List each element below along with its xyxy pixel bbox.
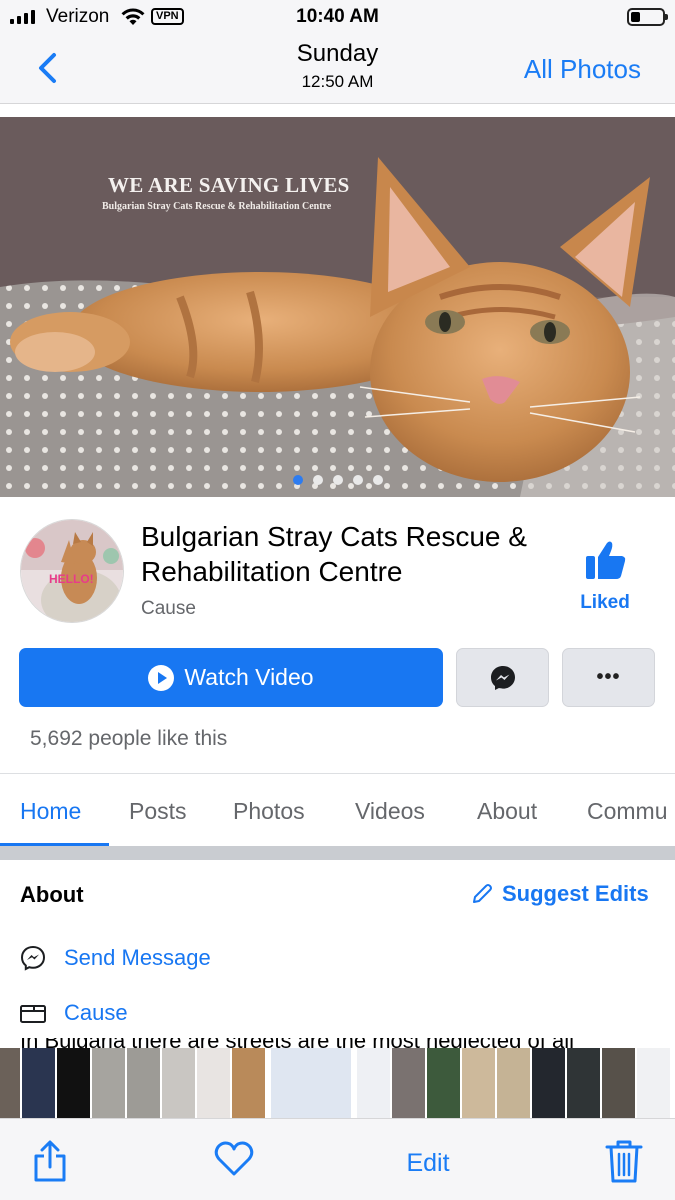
battery-icon	[627, 8, 668, 26]
thumbnail[interactable]	[427, 1048, 460, 1118]
page-title: Bulgarian Stray Cats Rescue & Rehabilita…	[141, 521, 527, 587]
carousel-dot[interactable]	[332, 475, 343, 485]
page-avatar[interactable]: HELLO!	[20, 519, 124, 623]
tab-home[interactable]: Home	[20, 798, 81, 825]
send-message-link[interactable]: Send Message	[64, 945, 211, 971]
thumbs-up-icon[interactable]	[585, 539, 627, 581]
pencil-icon	[473, 884, 492, 903]
thumbnail[interactable]	[92, 1048, 125, 1118]
more-options-button[interactable]: •••	[562, 648, 655, 707]
suggest-edits-button[interactable]: Suggest Edits	[470, 881, 649, 907]
about-heading: About	[20, 882, 84, 907]
tab-about[interactable]: About	[477, 798, 537, 825]
share-icon[interactable]	[32, 1139, 68, 1183]
briefcase-icon	[20, 1000, 46, 1026]
thumbnail[interactable]	[462, 1048, 495, 1118]
watch-video-label: Watch Video	[184, 664, 314, 690]
carousel-dot[interactable]	[292, 475, 303, 485]
thumbnail[interactable]	[57, 1048, 90, 1118]
thumbnail[interactable]	[232, 1048, 265, 1118]
suggest-edits-label: Suggest Edits	[502, 881, 649, 906]
carousel-dots[interactable]	[0, 475, 675, 485]
tab-photos[interactable]: Photos	[233, 798, 305, 825]
category-row[interactable]: Cause	[20, 1000, 128, 1026]
thumbnail[interactable]	[567, 1048, 600, 1118]
cover-photo[interactable]: WE ARE SAVING LIVES Bulgarian Stray Cats…	[0, 117, 675, 497]
heart-icon[interactable]	[214, 1141, 254, 1177]
cover-subtitle: Bulgarian Stray Cats Rescue & Rehabilita…	[102, 201, 332, 212]
thumbnail[interactable]	[497, 1048, 530, 1118]
thumbnail-current[interactable]	[271, 1048, 351, 1118]
thumbnail[interactable]	[197, 1048, 230, 1118]
page-tabs: Home Posts Photos Videos About Commu	[0, 773, 675, 845]
messenger-button[interactable]	[456, 648, 549, 707]
section-divider	[0, 846, 675, 860]
photos-toolbar: Edit	[0, 1118, 675, 1200]
play-icon	[148, 664, 175, 691]
avatar-hello-text: HELLO!	[49, 572, 94, 586]
about-description-text: In Bulgaria there are streets are the mo…	[20, 1038, 660, 1048]
thumbnail[interactable]	[532, 1048, 565, 1118]
photo-viewer[interactable]: WE ARE SAVING LIVES Bulgarian Stray Cats…	[0, 105, 675, 1048]
carousel-dot[interactable]	[352, 475, 363, 485]
thumbnail[interactable]	[357, 1048, 390, 1118]
thumbnail[interactable]	[637, 1048, 670, 1118]
thumbnail[interactable]	[602, 1048, 635, 1118]
carousel-dot[interactable]	[372, 475, 383, 485]
thumbnail[interactable]	[392, 1048, 425, 1118]
status-bar: Verizon VPN 10:40 AM	[0, 0, 675, 36]
photos-nav-bar: Sunday 12:50 AM All Photos	[0, 36, 675, 104]
messenger-icon	[490, 665, 515, 690]
liked-button[interactable]: Liked	[570, 592, 640, 614]
thumbnail[interactable]	[0, 1048, 20, 1118]
status-time: 10:40 AM	[296, 6, 379, 27]
carousel-dot[interactable]	[312, 475, 323, 485]
send-message-row[interactable]: Send Message	[20, 945, 211, 971]
cover-title: WE ARE SAVING LIVES	[108, 173, 350, 197]
page-category: Cause	[141, 598, 196, 619]
category-link[interactable]: Cause	[64, 1000, 128, 1026]
tab-posts[interactable]: Posts	[129, 798, 187, 825]
watch-video-button[interactable]: Watch Video	[19, 648, 443, 707]
thumbnail-strip[interactable]	[0, 1048, 675, 1118]
thumbnail[interactable]	[22, 1048, 55, 1118]
all-photos-button[interactable]: All Photos	[524, 54, 641, 85]
thumbnail[interactable]	[162, 1048, 195, 1118]
thumbnail[interactable]	[127, 1048, 160, 1118]
messenger-icon	[20, 945, 46, 971]
edit-button[interactable]: Edit	[396, 1149, 460, 1178]
about-description: In Bulgaria there are streets are the mo…	[20, 1038, 660, 1048]
tab-community[interactable]: Commu	[587, 798, 668, 825]
tab-videos[interactable]: Videos	[355, 798, 425, 825]
likes-count: 5,692 people like this	[30, 727, 228, 750]
trash-icon[interactable]	[604, 1139, 644, 1185]
